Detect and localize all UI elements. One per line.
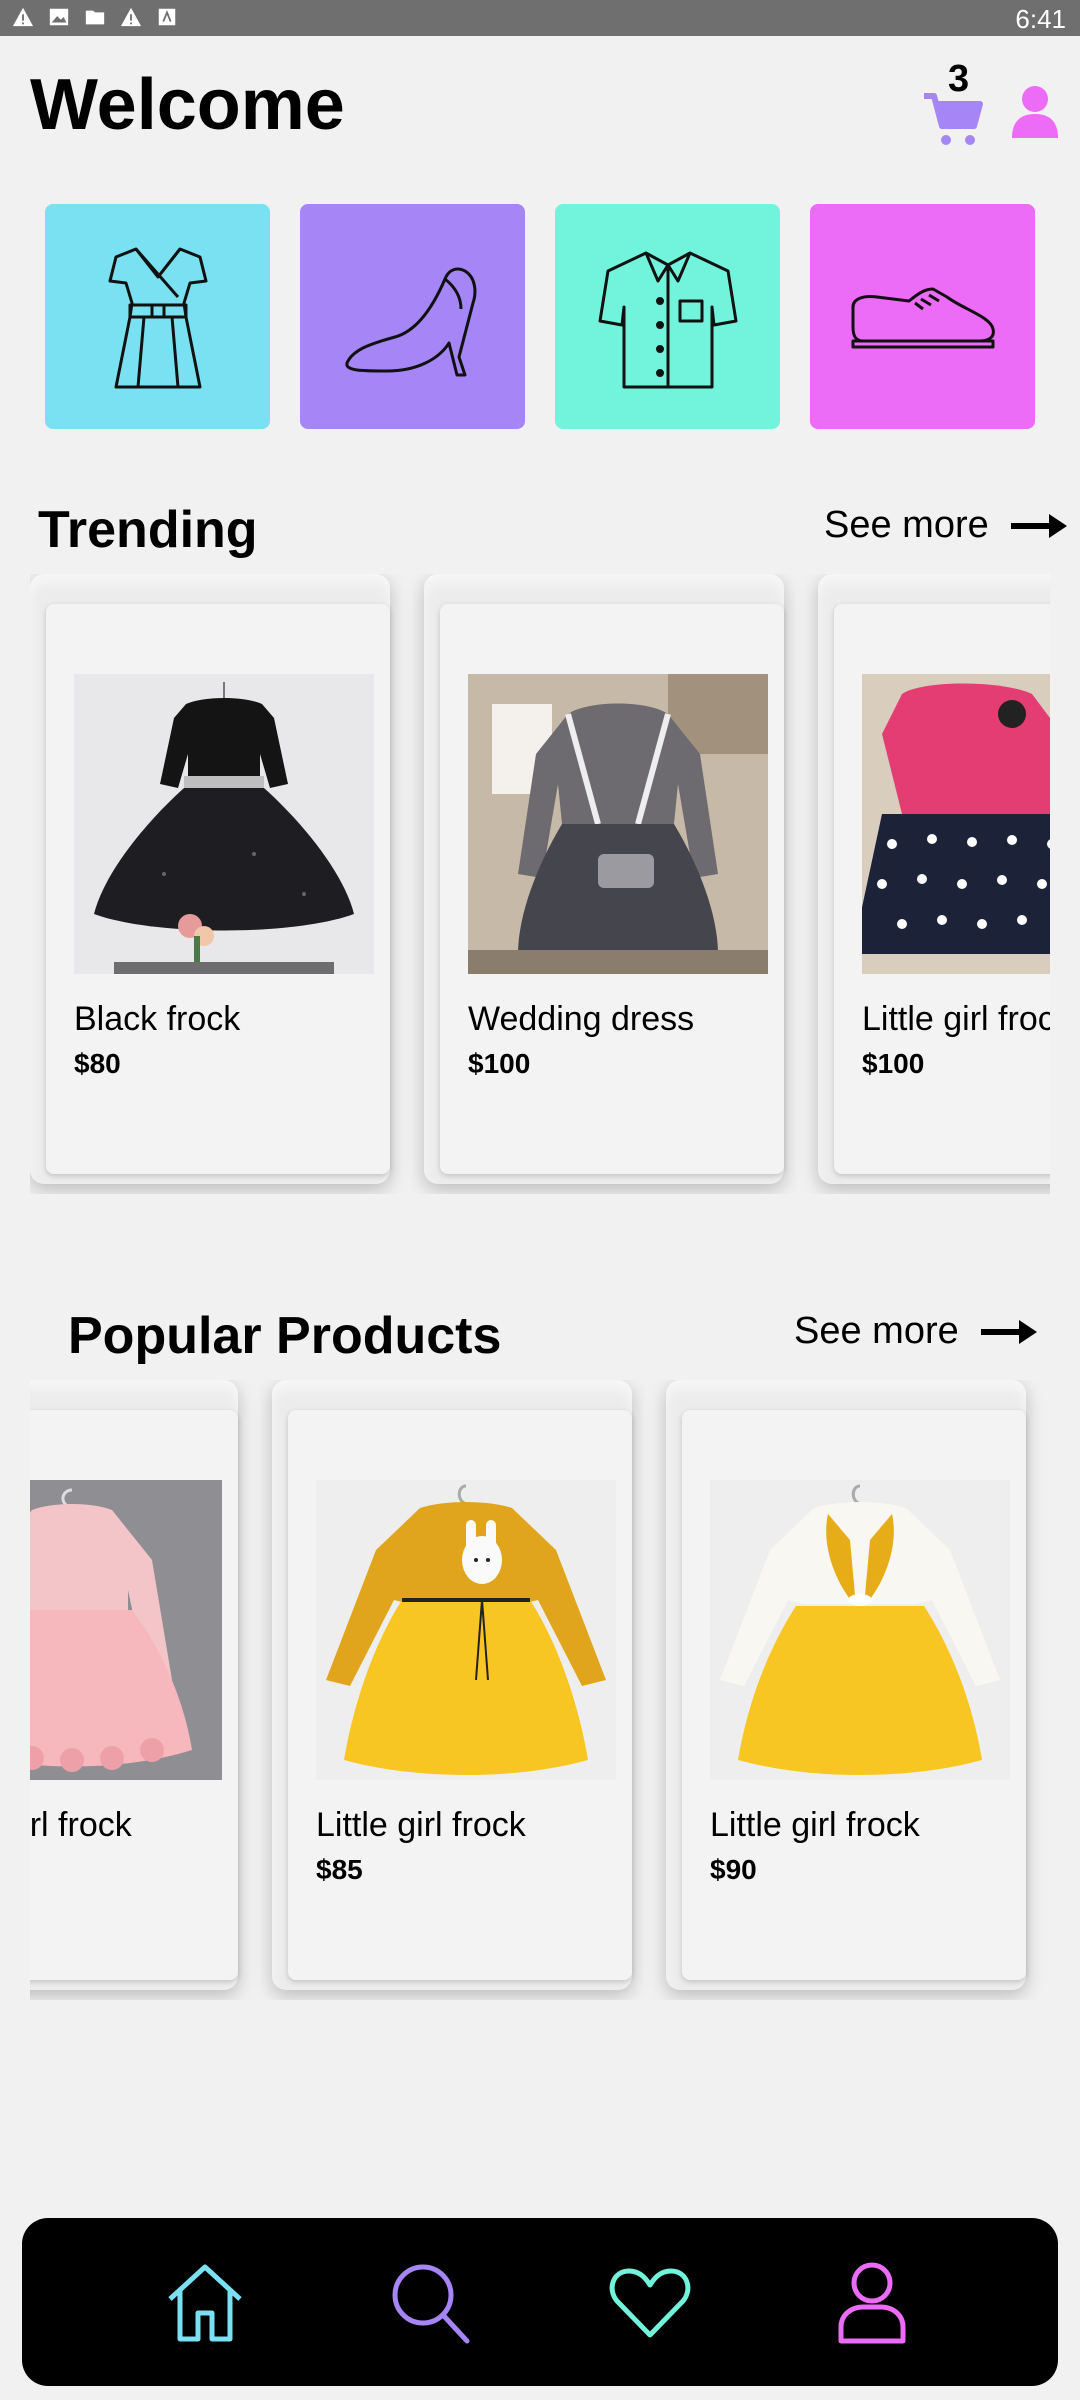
nav-search[interactable] xyxy=(380,2252,480,2352)
warning-icon xyxy=(12,7,34,27)
product-name: Little girl frock xyxy=(862,1000,1050,1038)
category-heels[interactable] xyxy=(300,204,525,429)
product-card[interactable]: Little girl frock $100 xyxy=(818,574,1050,1184)
cart-button[interactable]: 3 xyxy=(922,58,1002,148)
product-name: Little girl frock xyxy=(710,1806,920,1844)
product-image-pink-frock xyxy=(30,1480,222,1780)
warning-icon xyxy=(120,7,142,27)
home-icon xyxy=(168,2264,242,2342)
product-card[interactable]: Wedding dress $100 xyxy=(424,574,784,1184)
search-icon xyxy=(392,2264,470,2344)
nav-profile[interactable] xyxy=(822,2252,922,2352)
folder-icon xyxy=(85,10,105,25)
product-name: Little girl frock xyxy=(316,1806,526,1844)
product-name: Little girl frock xyxy=(30,1806,132,1844)
product-image-white-yellow-frock xyxy=(710,1480,1010,1780)
trending-title: Trending xyxy=(38,501,258,559)
image-icon xyxy=(49,8,69,26)
app-icon xyxy=(158,8,176,26)
bottom-nav xyxy=(22,2218,1058,2386)
heart-icon xyxy=(609,2268,691,2338)
product-image-little-girl-frock xyxy=(862,674,1050,974)
product-name: Wedding dress xyxy=(468,1000,695,1038)
category-dresses[interactable] xyxy=(45,204,270,429)
status-time: 6:41 xyxy=(1015,4,1066,34)
product-card[interactable]: Little girl frock $90 xyxy=(666,1380,1026,1990)
category-row xyxy=(45,204,1035,429)
product-card[interactable]: Little girl frock $85 xyxy=(272,1380,632,1990)
status-icons xyxy=(12,6,178,28)
see-more-label: See more xyxy=(794,1310,959,1352)
high-heel-icon xyxy=(344,267,476,376)
popular-see-more[interactable]: See more xyxy=(794,1310,1039,1353)
category-shoes[interactable] xyxy=(810,204,1035,429)
product-price: $85 xyxy=(316,1854,363,1885)
popular-carousel[interactable]: Little girl frock Little girl xyxy=(30,1380,1050,2000)
see-more-label: See more xyxy=(824,504,989,546)
product-card[interactable]: Black frock $80 xyxy=(30,574,390,1184)
arrow-right-icon xyxy=(980,1319,1037,1344)
product-price: $90 xyxy=(710,1854,757,1885)
product-image-yellow-bunny-frock xyxy=(316,1480,616,1780)
product-name: Black frock xyxy=(74,1000,241,1038)
shoe-icon xyxy=(851,287,995,348)
cart-icon xyxy=(924,93,983,145)
product-price: $100 xyxy=(862,1048,925,1079)
product-price: $80 xyxy=(74,1048,121,1079)
product-price: $100 xyxy=(468,1048,531,1079)
product-image-wedding-dress xyxy=(468,674,768,974)
nav-favorites[interactable] xyxy=(600,2252,700,2352)
page-title: Welcome xyxy=(30,65,345,145)
shirt-icon xyxy=(598,251,737,388)
popular-title: Popular Products xyxy=(68,1307,502,1365)
nav-home[interactable] xyxy=(155,2252,255,2352)
dress-icon xyxy=(108,247,207,388)
category-shirts[interactable] xyxy=(555,204,780,429)
trending-see-more[interactable]: See more xyxy=(824,504,1069,547)
arrow-right-icon xyxy=(1010,513,1067,538)
product-image-black-frock xyxy=(74,674,374,974)
status-bar: 6:41 xyxy=(0,0,1080,36)
product-card[interactable]: Little girl frock xyxy=(30,1380,238,1990)
trending-carousel[interactable]: Black frock $80 Wedding dress $100 Littl… xyxy=(30,574,1050,1194)
profile-icon[interactable] xyxy=(1010,84,1060,140)
profile-icon xyxy=(838,2262,906,2344)
